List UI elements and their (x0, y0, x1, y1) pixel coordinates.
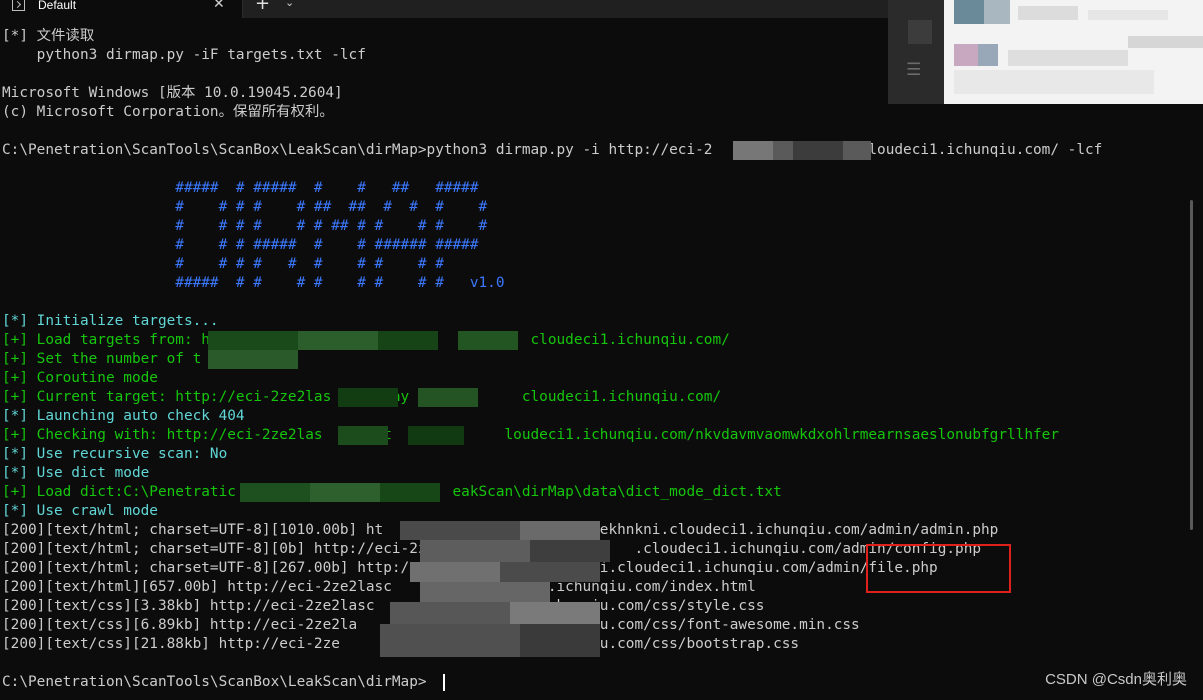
terminal-line: [*] 文件读取 (2, 28, 95, 44)
redaction-blur (338, 388, 478, 407)
scrollbar-thumb[interactable] (1190, 200, 1193, 530)
highlight-box (866, 544, 1011, 593)
status-line: [*] Launching auto check 404 (2, 408, 245, 424)
status-line: [+] Coroutine mode (2, 370, 158, 386)
status-line: [*] Initialize targets... (2, 313, 219, 329)
banner-line: ##### # # # # # # # # v1.0 (2, 275, 505, 291)
hamburger-menu-icon[interactable]: ☰ (906, 60, 921, 80)
terminal-line: (c) Microsoft Corporation。保留所有权利。 (2, 104, 334, 120)
terminal-line: Microsoft Windows [版本 10.0.19045.2604] (2, 85, 343, 101)
scan-result-line: [200][text/html][657.00b] http://eci-2ze… (2, 579, 756, 595)
redaction-blur (380, 521, 610, 657)
status-line: [+] Checking with: http://eci-2ze2las t … (2, 427, 1059, 443)
status-line: [*] Use recursive scan: No (2, 446, 228, 462)
redaction-blur (240, 483, 440, 502)
banner-line: # # # # # # ## # # # # # (2, 218, 488, 234)
terminal-line: python3 dirmap.py -iF targets.txt -lcf (2, 47, 366, 63)
command-line: C:\Penetration\ScanTools\ScanBox\LeakSca… (2, 142, 1103, 158)
status-line: [+] Set the number of t (2, 351, 202, 367)
status-line: [*] Use dict mode (2, 465, 150, 481)
redaction-blur (733, 141, 871, 160)
blurred-window (888, 0, 1203, 104)
csdn-watermark: CSDN @Csdn奥利奥 (1045, 671, 1187, 688)
banner-line: # # # # # # # # # # (2, 256, 444, 272)
banner-line: ##### # ##### # # ## ##### (2, 180, 479, 196)
vertical-scrollbar[interactable] (1186, 110, 1200, 700)
prompt-line: C:\Penetration\ScanTools\ScanBox\LeakSca… (2, 674, 427, 690)
banner-line: # # # # # ## ## # # # # (2, 199, 488, 215)
redaction-blur (208, 331, 518, 369)
redaction-blur (338, 426, 464, 445)
text-cursor (443, 674, 445, 691)
status-line: [*] Use crawl mode (2, 503, 158, 519)
banner-line: # # # ##### # # ###### ##### (2, 237, 479, 253)
